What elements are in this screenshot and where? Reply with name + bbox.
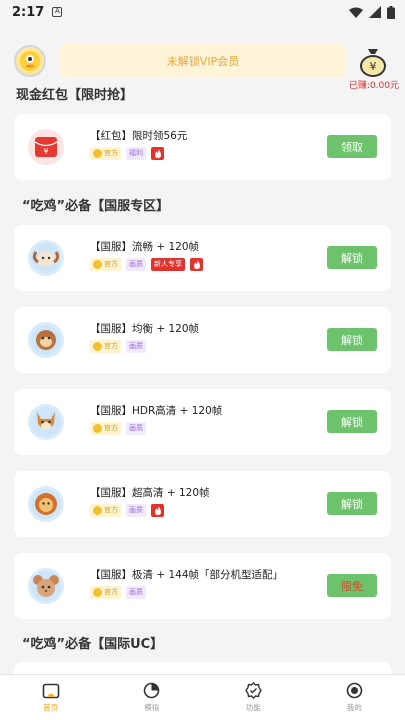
- wallet-button[interactable]: ¥: [357, 44, 389, 78]
- nav-home[interactable]: 首页: [0, 675, 101, 720]
- official-badge: 官方: [90, 340, 121, 353]
- official-badge: 官方: [90, 147, 121, 160]
- tag-label: 官方: [104, 588, 118, 596]
- category-badge: 画质: [126, 586, 146, 599]
- notification-icon: A: [52, 7, 63, 17]
- list-item: 【国服】流畅 + 120帧 官方 画质 新人专享 解锁: [14, 225, 391, 291]
- home-icon: [42, 683, 59, 698]
- money-bag-icon: ¥: [360, 49, 386, 77]
- lion-icon: [28, 486, 64, 522]
- official-badge: 官方: [90, 422, 121, 435]
- official-icon: [93, 506, 102, 515]
- unlock-button[interactable]: 解锁: [327, 246, 377, 269]
- official-icon: [93, 424, 102, 433]
- badge-check-icon: [244, 682, 262, 699]
- lynx-icon: [28, 404, 64, 440]
- top-bar: 未解锁VIP会员 ¥ 已赚:0.00元: [0, 42, 405, 91]
- unlock-button[interactable]: 解锁: [327, 328, 377, 351]
- signal-icon: [369, 6, 381, 18]
- fire-icon: [151, 147, 164, 160]
- section-title-cash: 现金红包【限时抢】: [16, 88, 134, 103]
- tag-label: 官方: [104, 342, 118, 350]
- new-user-badge: 新人专享: [151, 258, 185, 271]
- list-item: 【国服】超高清 + 120帧 官方 画质 解锁: [14, 471, 391, 537]
- list-item: ¥ 【红包】限时领56元 官方 福利 领取: [14, 114, 391, 180]
- category-badge: 画质: [126, 340, 146, 353]
- battery-icon: [387, 5, 395, 19]
- category-badge: 画质: [126, 504, 146, 517]
- category-badge: 画质: [126, 422, 146, 435]
- category-badge: 福利: [126, 147, 146, 160]
- monkey-icon: [28, 322, 64, 358]
- official-icon: [93, 342, 102, 351]
- category-badge: 画质: [126, 258, 146, 271]
- ram-icon: [28, 240, 64, 276]
- item-title: 【国服】极清 + 144帧「部分机型适配」: [90, 569, 284, 581]
- red-packet-icon: ¥: [28, 129, 64, 165]
- clock: 2:17: [12, 4, 45, 20]
- section-title-cn-server: “吃鸡”必备【国服专区】: [22, 199, 170, 214]
- nav-label: 功能: [245, 703, 261, 712]
- mouse-icon: [28, 568, 64, 604]
- duck-face-icon: [20, 51, 40, 71]
- free-button[interactable]: 限免: [327, 574, 377, 597]
- tag-list: 官方 画质 新人专享: [90, 258, 203, 271]
- official-icon: [93, 588, 102, 597]
- item-title: 【国服】超高清 + 120帧: [90, 487, 210, 499]
- earned-amount: 已赚:0.00元: [348, 81, 399, 91]
- tag-list: 官方 画质: [90, 504, 164, 517]
- tag-label: 官方: [104, 260, 118, 268]
- wifi-icon: [349, 7, 363, 18]
- list-item: 【国服】极清 + 144帧「部分机型适配」 官方 画质 限免: [14, 553, 391, 619]
- avatar[interactable]: [14, 45, 46, 77]
- claim-button[interactable]: 领取: [327, 135, 377, 158]
- status-bar: 2:17 A: [0, 0, 405, 24]
- item-title: 【红包】限时领56元: [90, 130, 188, 142]
- tag-list: 官方 画质: [90, 340, 146, 353]
- official-icon: [93, 260, 102, 269]
- pie-chart-icon: [144, 682, 160, 699]
- tag-list: 官方 福利: [90, 147, 164, 160]
- official-badge: 官方: [90, 586, 121, 599]
- fire-icon: [151, 504, 164, 517]
- official-badge: 官方: [90, 504, 121, 517]
- item-title: 【国服】流畅 + 120帧: [90, 241, 200, 253]
- official-badge: 官方: [90, 258, 121, 271]
- svg-text:¥: ¥: [43, 147, 48, 156]
- official-icon: [93, 149, 102, 158]
- section-title-intl: “吃鸡”必备【国际UC】: [22, 637, 164, 652]
- svg-text:¥: ¥: [370, 60, 377, 73]
- item-title: 【国服】均衡 + 120帧: [90, 323, 200, 335]
- tag-list: 官方 画质: [90, 422, 146, 435]
- nav-label: 首页: [43, 702, 59, 712]
- nav-profile[interactable]: 我的: [304, 675, 405, 720]
- nav-label: 我的: [346, 703, 362, 712]
- list-item: 【国服】HDR高清 + 120帧 官方 画质 解锁: [14, 389, 391, 455]
- nav-label: 模拟: [144, 703, 160, 712]
- unlock-button[interactable]: 解锁: [327, 410, 377, 433]
- bottom-nav: 首页 模拟 功能 我的: [0, 674, 405, 720]
- nav-simulate[interactable]: 模拟: [101, 675, 202, 720]
- fire-icon: [190, 258, 203, 271]
- unlock-button[interactable]: 解锁: [327, 492, 377, 515]
- list-item: 【国服】均衡 + 120帧 官方 画质 解锁: [14, 307, 391, 373]
- tag-label: 官方: [104, 149, 118, 157]
- item-title: 【国服】HDR高清 + 120帧: [90, 405, 223, 417]
- vip-banner[interactable]: 未解锁VIP会员: [60, 44, 346, 78]
- nav-features[interactable]: 功能: [203, 675, 304, 720]
- tag-list: 官方 画质: [90, 586, 146, 599]
- profile-icon: [346, 682, 363, 699]
- tag-label: 官方: [104, 424, 118, 432]
- tag-label: 官方: [104, 506, 118, 514]
